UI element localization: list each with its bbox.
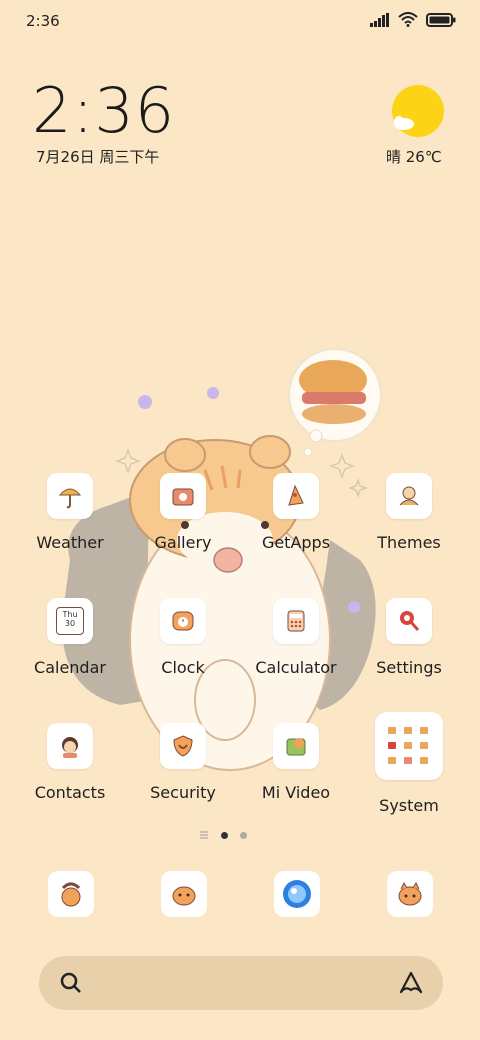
page-indicator[interactable]: [199, 830, 247, 840]
settings-icon: [386, 598, 432, 644]
security-icon: [160, 723, 206, 769]
app-system-folder[interactable]: System: [353, 712, 465, 822]
app-label: Calendar: [34, 658, 106, 677]
calendar-icon-text: Thu 30: [56, 607, 84, 635]
app-label: System: [379, 796, 439, 815]
app-label: Themes: [377, 533, 441, 552]
themes-icon: [386, 473, 432, 519]
wifi-icon: [398, 12, 418, 27]
clock-icon: [160, 598, 206, 644]
contacts-icon: [47, 723, 93, 769]
mi-video-icon: [273, 723, 319, 769]
widget-weather: 晴 26℃: [386, 148, 442, 166]
assistant-icon[interactable]: [397, 970, 425, 996]
menu-lines-icon: [200, 831, 208, 839]
app-calculator[interactable]: Calculator: [240, 598, 352, 708]
app-label: Contacts: [34, 783, 106, 802]
camera-icon[interactable]: [387, 871, 433, 917]
system-folder-icon: [375, 712, 443, 780]
app-weather[interactable]: Weather: [14, 473, 126, 583]
app-getapps[interactable]: GetApps: [240, 473, 352, 583]
widget-clock[interactable]: 2:36: [32, 74, 175, 147]
app-label: Security: [150, 783, 216, 802]
app-label: Settings: [376, 658, 442, 677]
page-dot-active: [221, 831, 228, 839]
page-dot: [240, 831, 247, 839]
app-settings[interactable]: Settings: [353, 598, 465, 708]
app-label: Clock: [161, 658, 205, 677]
app-label: Gallery: [154, 533, 212, 552]
sun-icon[interactable]: [391, 84, 445, 138]
status-bar: 2:36: [0, 0, 480, 44]
widget-date: 7月26日 周三下午: [36, 148, 160, 166]
calendar-icon: Thu 30: [47, 598, 93, 644]
app-label: Calculator: [255, 658, 337, 677]
app-security[interactable]: Security: [127, 723, 239, 833]
app-mi-video[interactable]: Mi Video: [240, 723, 352, 833]
app-label: Weather: [36, 533, 104, 552]
app-themes[interactable]: Themes: [353, 473, 465, 583]
phone-icon[interactable]: [48, 871, 94, 917]
search-bar[interactable]: [39, 956, 443, 1010]
app-calendar[interactable]: Thu 30 Calendar: [14, 598, 126, 708]
app-label: Mi Video: [261, 783, 331, 802]
messages-icon[interactable]: [161, 871, 207, 917]
app-clock[interactable]: Clock: [127, 598, 239, 708]
status-time: 2:36: [26, 12, 60, 30]
search-icon: [60, 972, 81, 993]
calculator-icon: [273, 598, 319, 644]
weather-icon: [47, 473, 93, 519]
battery-icon: [426, 12, 456, 27]
app-contacts[interactable]: Contacts: [14, 723, 126, 833]
gallery-icon: [160, 473, 206, 519]
browser-icon[interactable]: [274, 871, 320, 917]
app-label: GetApps: [261, 533, 331, 552]
signal-icon: [370, 12, 389, 27]
getapps-icon: [273, 473, 319, 519]
app-gallery[interactable]: Gallery: [127, 473, 239, 583]
